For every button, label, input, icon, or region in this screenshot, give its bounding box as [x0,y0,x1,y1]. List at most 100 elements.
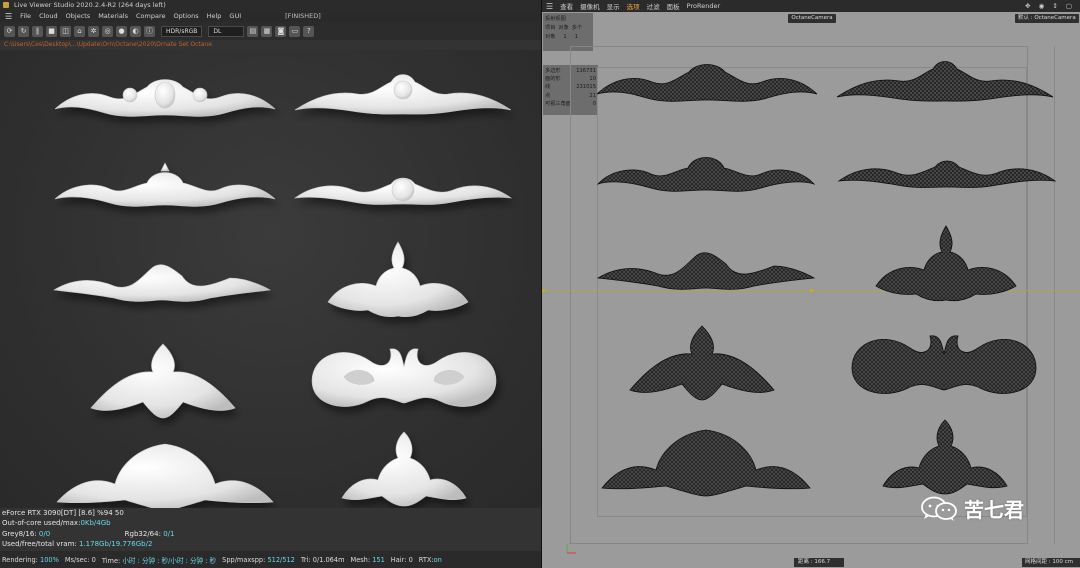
ornament-render-1 [54,79,276,117]
menu-display[interactable]: 显示 [607,1,620,11]
menu-help[interactable]: Help [207,12,222,20]
pause-render-icon[interactable]: ∥ [32,25,43,37]
menu-prorender[interactable]: ProRender [687,2,720,10]
mssec-value: 0 [91,555,96,564]
camera-icon[interactable]: ◙ [275,25,287,37]
rtx-value: on [433,555,442,564]
menu-objects[interactable]: Objects [66,12,91,20]
tri-value: 0/1.064m [312,555,345,564]
live-viewer-toolbar: ⟳ ↻ ∥ ■ ◫ ⌂ ✲ ◎ ● ◐ ⓘ HDR/sRGB DL ▤ ▦ ◙ … [0,22,541,40]
gpu-info: [8.6] %94 50 [78,509,124,517]
hair-value: 0 [408,555,413,564]
menu-file[interactable]: File [20,12,31,20]
render-viewport[interactable] [0,50,541,508]
ornament-wire-5 [596,252,816,290]
ornament-render-8 [311,348,497,407]
grey-label: Grey8/16: [2,529,37,538]
menu-options-active[interactable]: 选项 [627,1,640,11]
region-render-icon[interactable]: ◫ [60,25,71,37]
wireframe-ornaments [596,61,1057,497]
wechat-icon [921,496,957,521]
spp-label: Spp/maxspp: [222,555,266,564]
editor-viewport[interactable]: OctaneCamera 默认 : OctaneCamera 投射视图 项目 对象… [542,12,1080,568]
rtx-label: RTX: [418,555,434,564]
hair-label: Hair: [390,555,407,564]
mssec-label: Ms/sec: [64,555,90,564]
watermark-text: 苦七君 [964,498,1024,522]
ornament-render-7 [90,343,236,419]
viewport-nav-icons[interactable]: ✥ ◉ ↕ ▢ [1025,2,1075,10]
color-space-select[interactable]: HDR/sRGB [161,25,203,37]
ornament-wire-10 [882,419,1008,495]
info-icon[interactable]: ⓘ [144,25,155,37]
menu-view[interactable]: 查看 [560,1,573,11]
ornament-wire-7 [629,325,775,401]
ornament-wire-4 [837,160,1057,188]
mesh-value: 151 [372,555,385,564]
save-image-icon[interactable]: ▦ [261,25,273,37]
channels-icon[interactable]: ▤ [247,25,259,37]
hamburger-icon[interactable]: ☰ [5,12,12,21]
vram-label: Used/free/total vram: [2,540,77,549]
rendered-ornaments [53,74,513,508]
rendering-value: 100% [40,555,59,564]
gpu-label: eForce RTX 3090[DT] [2,509,77,517]
time-value: 小时 : 分钟 : 秒/小时 : 分钟 : 秒 [122,556,217,565]
stop-render-icon[interactable]: ■ [46,25,57,37]
menu-cloud[interactable]: Cloud [39,12,58,20]
send-scene-icon[interactable]: ⟳ [4,25,15,37]
settings-icon[interactable]: ✲ [88,25,99,37]
mesh-label: Mesh: [350,555,371,564]
grey-value: 0/0 [38,529,51,538]
display-icon[interactable]: ▭ [289,25,301,37]
ornament-wire-9 [601,429,811,497]
ornament-render-2 [294,74,512,115]
pick-focus-icon[interactable]: ◎ [102,25,113,37]
restart-render-icon[interactable]: ↻ [18,25,29,37]
live-viewer-title-bar: Live Viewer Studio 2020.2.4-R2 (264 days… [0,0,541,10]
ornament-wire-1 [596,64,818,102]
help-icon[interactable]: ? [303,25,315,37]
render-status: [FINISHED] [285,12,321,20]
grid-spacing-readout: 网格间距 : 100 cm [1022,558,1080,567]
out-of-core-label: Out-of-core used/max: [2,519,81,528]
ornament-render-10 [341,431,467,507]
ornament-wire-8 [851,335,1037,394]
gpu-stats: eForce RTX 3090[DT] [8.6] %94 50 Out-of-… [2,508,302,550]
distance-readout: 距离 : 166.7 [794,558,844,567]
ornament-render-3 [54,162,276,207]
viewport-menu-icon[interactable]: ☰ [546,2,553,11]
ornament-render-9 [56,443,274,508]
viewport-menu-bar: ☰ 查看 摄像机 显示 选项 过滤 面板 ProRender ✥ ◉ ↕ ▢ [542,0,1080,12]
watermark: 苦七君 [920,494,1024,523]
material-icon[interactable]: ◐ [130,25,141,37]
time-label: Time: [101,556,121,565]
tri-label: Tri: [300,555,311,564]
rgb-value: 0/1 [163,529,175,538]
spp-value: 512/512 [267,555,295,564]
menu-materials[interactable]: Materials [98,12,128,20]
octane-app-icon [3,2,9,8]
ornament-wire-6 [875,225,1017,302]
octane-live-viewer: Live Viewer Studio 2020.2.4-R2 (264 days… [0,0,541,568]
ornament-wire-3 [596,157,816,192]
ornament-render-4 [293,177,513,205]
lock-icon[interactable]: ⌂ [74,25,85,37]
menu-gui[interactable]: GUI [229,12,241,20]
menu-panel[interactable]: 面板 [667,1,680,11]
kernel-select[interactable]: DL [208,25,245,37]
menu-filter[interactable]: 过滤 [647,1,660,11]
c4d-viewport-panel: ☰ 查看 摄像机 显示 选项 过滤 面板 ProRender ✥ ◉ ↕ ▢ O… [541,0,1080,568]
menu-cameras[interactable]: 摄像机 [580,1,600,11]
menu-options[interactable]: Options [174,12,199,20]
rgb-label: Rgb32/64: [124,529,161,538]
render-status-bar: Rendering: 100% Ms/sec: 0 Time: 小时 : 分钟 … [0,551,541,568]
axis-gizmo-icon [566,544,576,554]
clay-mode-icon[interactable]: ● [116,25,127,37]
menu-compare[interactable]: Compare [136,12,166,20]
scene-path: C:\Users\Ces\Desktop\...\Update\Orn\Octa… [4,41,212,48]
rendering-label: Rendering: [2,555,38,564]
live-viewer-title: Live Viewer Studio 2020.2.4-R2 (264 days… [14,1,166,9]
vram-value: 1.178Gb/19.776Gb/2 [79,540,153,549]
ornament-render-6 [327,241,469,318]
